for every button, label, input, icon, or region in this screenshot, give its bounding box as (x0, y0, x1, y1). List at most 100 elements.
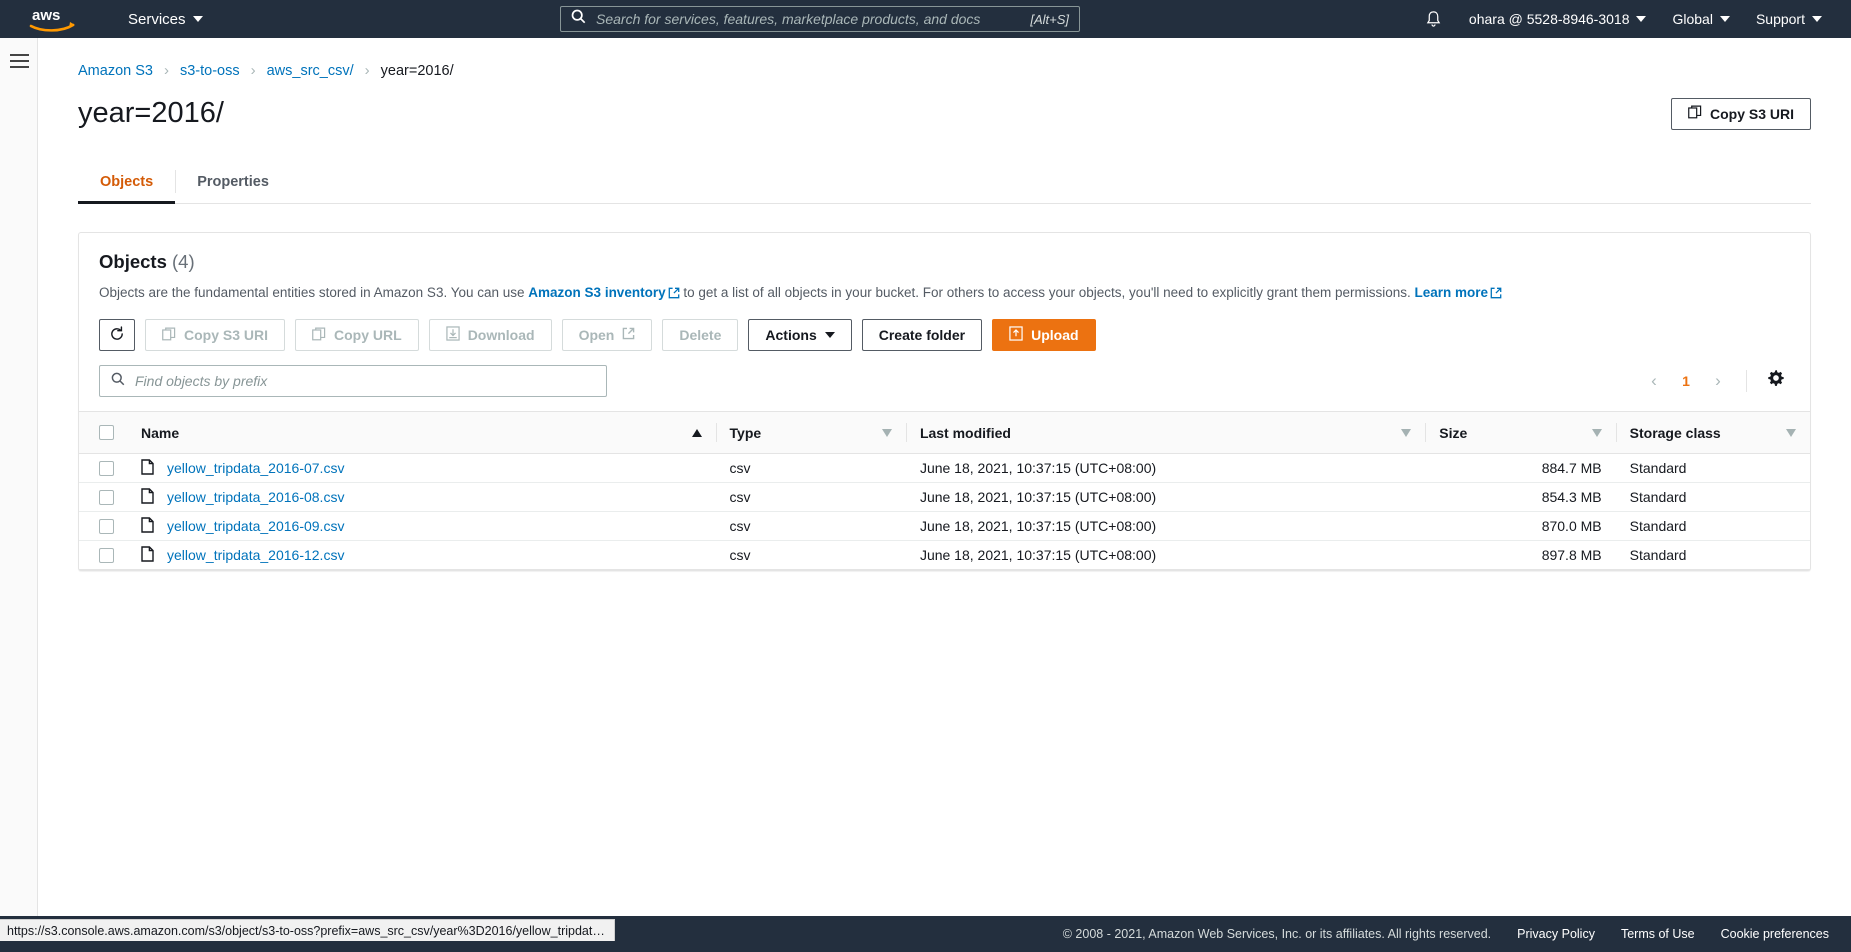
row-checkbox[interactable] (99, 489, 114, 505)
row-storage-class-cell: Standard (1615, 453, 1810, 484)
breadcrumb-item-bucket[interactable]: s3-to-oss (180, 63, 240, 79)
objects-description-part1: Objects are the fundamental entities sto… (99, 285, 525, 300)
open-button[interactable]: Open (561, 319, 653, 352)
copy-s3-uri-label: Copy S3 URI (1709, 105, 1794, 122)
row-type-cell: csv (715, 511, 906, 542)
footer-copyright: © 2008 - 2021, Amazon Web Services, Inc.… (1062, 927, 1492, 941)
svg-text:aws: aws (32, 7, 60, 24)
file-icon (141, 517, 154, 536)
row-checkbox[interactable] (99, 460, 114, 476)
pagination-page-1[interactable]: 1 (1673, 373, 1699, 389)
copy-s3-uri-toolbar-label: Copy S3 URI (184, 327, 269, 344)
open-label: Open (578, 327, 615, 344)
external-link-icon (1490, 285, 1502, 305)
download-label: Download (467, 327, 535, 344)
row-storage-class-cell: Standard (1615, 482, 1810, 513)
column-header-last-modified-label: Last modified (919, 424, 1011, 441)
breadcrumb-item-folder[interactable]: aws_src_csv/ (267, 63, 354, 79)
row-type-cell: csv (715, 540, 906, 571)
chevron-down-icon (192, 16, 203, 22)
refresh-button[interactable] (99, 319, 135, 352)
column-header-storage-class-label: Storage class (1629, 424, 1721, 441)
support-menu-button[interactable]: Support (1743, 0, 1835, 38)
upload-button[interactable]: Upload (992, 319, 1096, 352)
actions-dropdown-button[interactable]: Actions (748, 319, 852, 352)
tab-objects[interactable]: Objects (78, 160, 176, 204)
page-title: year=2016/ (78, 97, 224, 129)
tab-objects-label: Objects (100, 173, 154, 190)
external-link-icon (622, 327, 635, 343)
tab-properties-label: Properties (197, 173, 269, 190)
object-name-link[interactable]: yellow_tripdata_2016-09.csv (167, 518, 344, 534)
copy-icon (1688, 105, 1702, 122)
menu-toggle-hamburger-icon[interactable] (10, 54, 29, 72)
notifications-bell-button[interactable] (1412, 0, 1456, 38)
sort-icon (1591, 428, 1602, 437)
column-header-name[interactable]: Name (127, 411, 716, 455)
breadcrumb-separator-icon: › (250, 62, 256, 79)
find-objects-input[interactable] (135, 373, 595, 390)
chevron-down-icon (1719, 16, 1730, 22)
row-name-cell: yellow_tripdata_2016-12.csv (127, 540, 716, 571)
column-header-type[interactable]: Type (715, 411, 906, 455)
object-name-link[interactable]: yellow_tripdata_2016-12.csv (167, 547, 344, 563)
row-checkbox[interactable] (99, 518, 114, 534)
main-content-area: Amazon S3 › s3-to-oss › aws_src_csv/ › y… (38, 38, 1851, 916)
global-search-box[interactable]: [Alt+S] (560, 6, 1080, 32)
amazon-s3-inventory-link[interactable]: Amazon S3 inventory (528, 285, 665, 300)
object-name-link[interactable]: yellow_tripdata_2016-07.csv (167, 460, 344, 476)
terms-of-use-link[interactable]: Terms of Use (1621, 927, 1695, 941)
table-row[interactable]: yellow_tripdata_2016-09.csv csv June 18,… (79, 511, 1810, 542)
row-last-modified-cell: June 18, 2021, 10:37:15 (UTC+08:00) (905, 482, 1426, 513)
status-bar-url: https://s3.console.aws.amazon.com/s3/obj… (7, 923, 607, 938)
file-icon (141, 459, 154, 478)
objects-description-part2: to get a list of all objects in your buc… (683, 285, 1411, 300)
region-menu-button[interactable]: Global (1659, 0, 1742, 38)
cookie-preferences-link[interactable]: Cookie preferences (1721, 927, 1829, 941)
delete-button[interactable]: Delete (662, 319, 739, 352)
select-all-header (79, 411, 127, 455)
tab-properties[interactable]: Properties (175, 160, 291, 203)
global-search-input[interactable] (596, 11, 1031, 27)
objects-description: Objects are the fundamental entities sto… (99, 283, 1790, 305)
row-select-cell (79, 482, 127, 513)
object-name-link[interactable]: yellow_tripdata_2016-08.csv (167, 489, 344, 505)
row-checkbox[interactable] (99, 547, 114, 563)
breadcrumb-separator-icon: › (364, 62, 370, 79)
pagination-controls: ‹ 1 › (1639, 366, 1790, 396)
account-menu-button[interactable]: ohara @ 5528-8946-3018 (1456, 0, 1660, 38)
copy-url-button[interactable]: Copy URL (295, 319, 419, 352)
column-header-last-modified[interactable]: Last modified (905, 411, 1426, 455)
pagination-prev-button[interactable]: ‹ (1639, 366, 1669, 396)
copy-icon (162, 327, 176, 344)
copy-s3-uri-toolbar-button[interactable]: Copy S3 URI (145, 319, 286, 352)
copy-s3-uri-button[interactable]: Copy S3 URI (1670, 97, 1811, 130)
download-button[interactable]: Download (428, 319, 552, 352)
breadcrumb-item-amazon-s3[interactable]: Amazon S3 (78, 63, 153, 79)
left-side-rail (0, 38, 38, 932)
table-row[interactable]: yellow_tripdata_2016-12.csv csv June 18,… (79, 540, 1810, 571)
learn-more-link[interactable]: Learn more (1415, 285, 1489, 300)
pagination-next-button[interactable]: › (1703, 366, 1733, 396)
table-row[interactable]: yellow_tripdata_2016-07.csv csv June 18,… (79, 453, 1810, 484)
column-header-size-label: Size (1439, 424, 1468, 441)
objects-title-text: Objects (99, 251, 167, 272)
column-header-size[interactable]: Size (1425, 411, 1616, 455)
bell-icon (1425, 10, 1443, 28)
row-last-modified-cell: June 18, 2021, 10:37:15 (UTC+08:00) (905, 540, 1426, 571)
gear-icon (1766, 369, 1785, 393)
column-header-storage-class[interactable]: Storage class (1615, 411, 1810, 455)
row-type-cell: csv (715, 453, 906, 484)
row-last-modified-cell: June 18, 2021, 10:37:15 (UTC+08:00) (905, 511, 1426, 542)
table-row[interactable]: yellow_tripdata_2016-08.csv csv June 18,… (79, 482, 1810, 513)
privacy-policy-link[interactable]: Privacy Policy (1517, 927, 1595, 941)
refresh-icon (109, 326, 125, 345)
upload-icon (1009, 326, 1023, 344)
select-all-checkbox[interactable] (99, 425, 114, 441)
find-objects-search-box[interactable] (99, 365, 607, 398)
services-menu-button[interactable]: Services (128, 11, 203, 28)
create-folder-button[interactable]: Create folder (861, 319, 983, 352)
table-preferences-button[interactable] (1760, 366, 1790, 396)
aws-logo[interactable]: aws (28, 7, 86, 32)
objects-search-row: ‹ 1 › (79, 351, 1810, 411)
